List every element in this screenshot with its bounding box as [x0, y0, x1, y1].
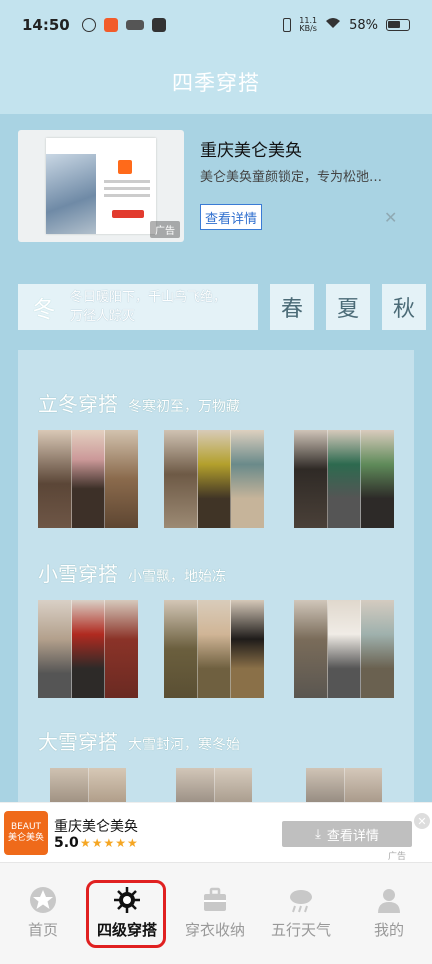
app-logo-text: 美仑美奂 [7, 833, 44, 843]
section-title: 大雪穿搭 [38, 730, 118, 754]
ad-thumbnail-image [46, 138, 156, 234]
download-details-button[interactable]: ⤓ 查看详情 [282, 821, 412, 847]
tab-label: 穿衣收纳 [184, 921, 245, 939]
season-poem-line2: 万径人踪灭 [70, 309, 136, 324]
rating-stars-icon: ★★★★★ [80, 836, 139, 850]
tab-profile[interactable]: 我的 [346, 885, 432, 945]
season-current-label: 冬 [32, 297, 56, 323]
app-notification-icon [81, 18, 96, 32]
ad-close-icon[interactable]: ✕ [414, 813, 430, 829]
section-subtitle: 大雪封河，寒冬始 [128, 737, 240, 753]
download-details-label: 查看详情 [326, 828, 379, 844]
section-title: 小雪穿搭 [38, 562, 118, 586]
highlight-annotation-box [86, 880, 166, 948]
outfit-image[interactable] [38, 600, 138, 698]
season-selector: 冬 冬日暖阳下，千山鸟飞绝， 万径人踪灭 春 夏 秋 [18, 284, 432, 330]
section-subtitle: 小雪飘，地始冻 [128, 569, 226, 585]
page-title-bar: 四季穿搭 [0, 50, 432, 114]
ad-mini-button [112, 210, 144, 218]
section-header-xiaoxue: 小雪穿搭 小雪飘，地始冻 [38, 558, 226, 587]
tab-wardrobe[interactable]: 穿衣收纳 [172, 885, 258, 945]
tab-weather[interactable]: 五行天气 [258, 885, 344, 945]
outfit-panel: 立冬穿搭 冬寒初至，万物藏 小雪穿搭 小雪飘，地始冻 大雪穿搭 大雪封河，寒冬始 [18, 350, 414, 810]
ad-tag: 广告 [388, 852, 407, 862]
rain-cloud-icon [286, 885, 316, 915]
ad-photo [46, 154, 96, 234]
season-tab-spring[interactable]: 春 [270, 284, 314, 330]
outfit-photo-row [38, 430, 394, 528]
page-title: 四季穿搭 [172, 71, 260, 95]
net-speed: 11.1 KB/s [299, 17, 317, 33]
bottom-ad-banner[interactable]: BEAUT 美仑美奂 重庆美仑美奂 5.0 ★★★★★ ⤓ 查看详情 ✕ 广告 [0, 802, 432, 862]
app-notification-icon [151, 18, 166, 32]
app-notification-icon [125, 20, 144, 30]
net-speed-unit: KB/s [299, 24, 317, 33]
outfit-image[interactable] [38, 430, 138, 528]
tab-home[interactable]: 首页 [0, 885, 86, 945]
ad-description: 美仑美奂童颜锁定，专为松弛… [200, 170, 383, 185]
star-icon [28, 885, 58, 915]
app-notification-icon [103, 18, 118, 32]
outfit-image[interactable] [294, 600, 394, 698]
section-header-lidong: 立冬穿搭 冬寒初至，万物藏 [38, 388, 240, 417]
tab-label: 我的 [373, 921, 404, 939]
ad-thumbnail[interactable]: 广告 [18, 130, 184, 242]
tab-label: 五行天气 [270, 921, 331, 939]
ad-tag: 广告 [150, 221, 180, 238]
ad-title: 重庆美仑美奂 [200, 141, 302, 161]
app-name: 重庆美仑美奂 [54, 819, 138, 835]
tab-label: 首页 [27, 921, 58, 939]
app-logo-icon: BEAUT 美仑美奂 [4, 811, 48, 855]
top-ad-card[interactable]: 广告 重庆美仑美奂 美仑美奂童颜锁定，专为松弛… 查看详情 ✕ [18, 130, 414, 246]
outfit-image[interactable] [164, 430, 264, 528]
download-icon: ⤓ [315, 826, 321, 842]
app-rating: 5.0 [54, 835, 79, 851]
section-header-daxue: 大雪穿搭 大雪封河，寒冬始 [38, 726, 240, 755]
bottom-tab-bar: 首页 四级穿搭 穿衣收纳 五行天气 我的 [0, 862, 432, 964]
status-time: 14:50 [22, 16, 70, 34]
status-bar: 14:50 11.1 KB/s 58% [0, 0, 432, 50]
app-logo-text: BEAUT [10, 822, 42, 832]
suitcase-icon [200, 885, 230, 915]
season-current-winter[interactable]: 冬 冬日暖阳下，千山鸟飞绝， 万径人踪灭 [18, 284, 258, 330]
ad-view-details-button[interactable]: 查看详情 [200, 204, 263, 230]
season-poem: 冬日暖阳下，千山鸟飞绝， 万径人踪灭 [70, 288, 226, 326]
outfit-image[interactable] [294, 430, 394, 528]
section-subtitle: 冬寒初至，万物藏 [128, 399, 240, 415]
vibrate-icon [283, 18, 292, 32]
ad-text-lines [104, 180, 150, 201]
section-title: 立冬穿搭 [38, 392, 118, 416]
outfit-photo-row [38, 600, 394, 698]
outfit-image[interactable] [164, 600, 264, 698]
ad-logo-icon [118, 160, 132, 174]
season-tab-autumn[interactable]: 秋 [382, 284, 426, 330]
battery-icon [386, 19, 410, 31]
season-poem-line1: 冬日暖阳下，千山鸟飞绝， [70, 290, 227, 305]
user-icon [374, 885, 404, 915]
ad-close-icon[interactable]: ✕ [384, 208, 397, 227]
season-tab-summer[interactable]: 夏 [326, 284, 370, 330]
wifi-icon [325, 17, 341, 33]
battery-percent: 58% [349, 17, 378, 33]
